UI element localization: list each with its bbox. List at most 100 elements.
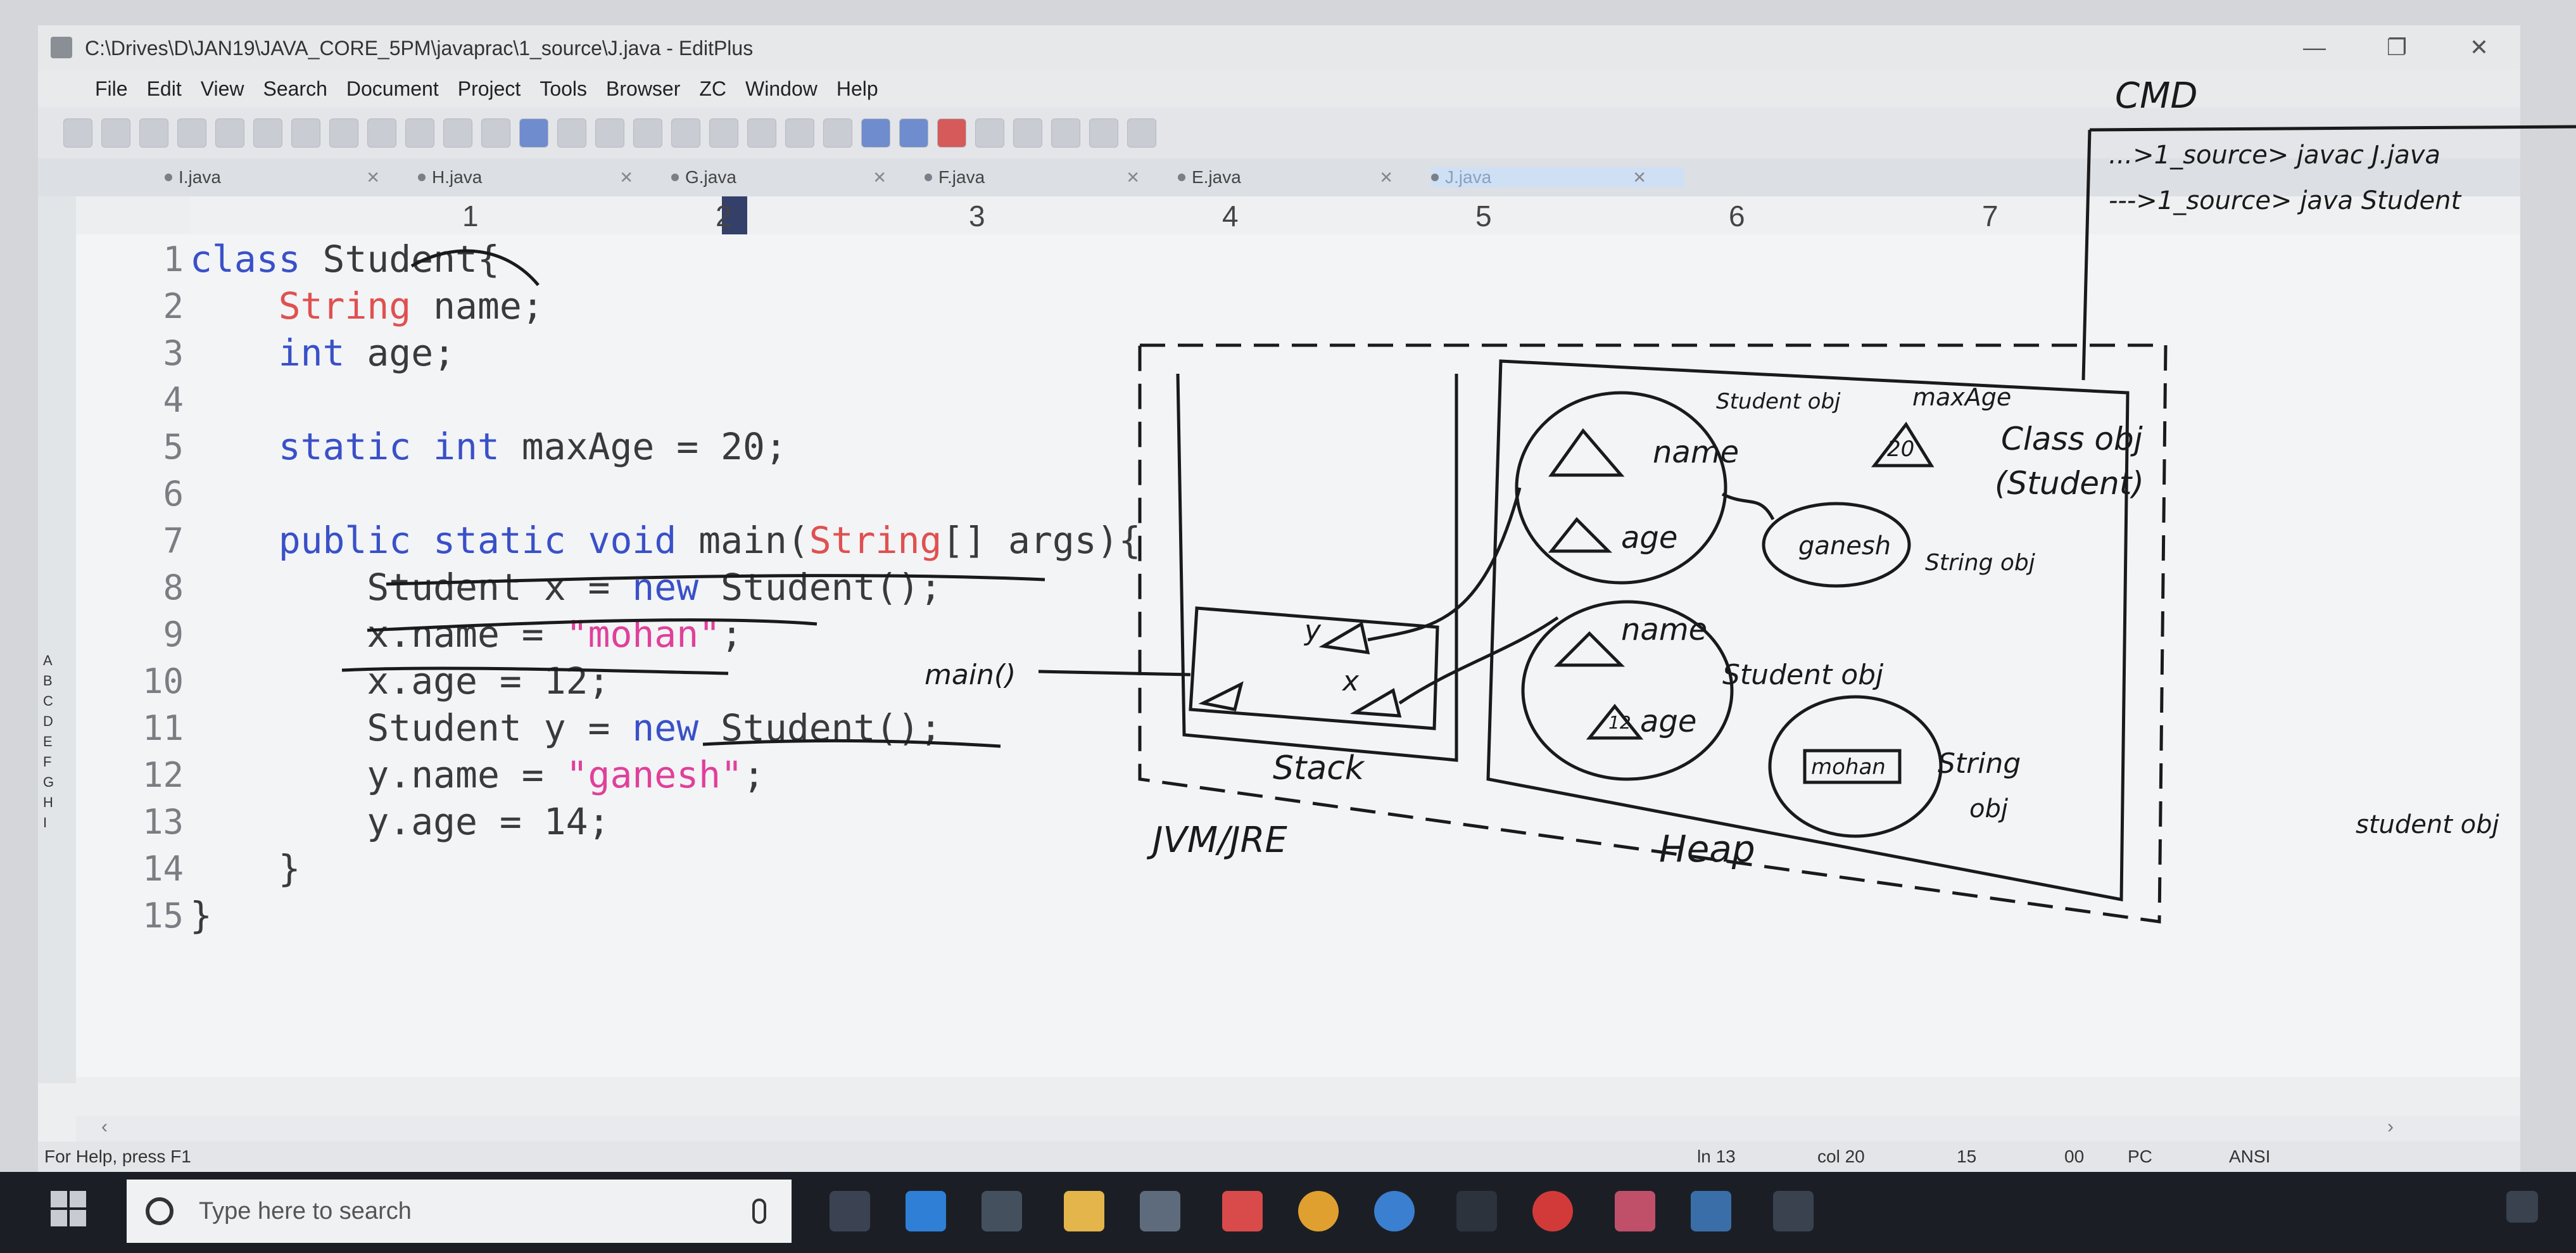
help-icon[interactable] — [1127, 118, 1156, 148]
file-icon — [925, 174, 932, 181]
cliptext-item[interactable]: A — [43, 652, 65, 671]
code-text: } — [190, 847, 301, 890]
task-view-icon[interactable] — [830, 1191, 870, 1231]
line-number-icon[interactable] — [823, 118, 852, 148]
code-editor[interactable]: 1 class Student{ 2 String name; 3 int age… — [76, 234, 2520, 1077]
tab-e-java[interactable]: E.java ✕ — [1178, 167, 1431, 188]
edge-icon[interactable] — [906, 1191, 946, 1231]
line-number: 5 — [163, 426, 184, 467]
menu-edit[interactable]: Edit — [147, 77, 182, 101]
line-number: 3 — [163, 333, 184, 373]
close-tab-icon[interactable]: ✕ — [1379, 168, 1393, 188]
close-tab-icon[interactable]: ✕ — [366, 168, 380, 188]
tab-g-java[interactable]: G.java ✕ — [671, 167, 925, 188]
app-icon[interactable] — [1773, 1191, 1814, 1231]
menu-document[interactable]: Document — [346, 77, 439, 101]
status-help-text: For Help, press F1 — [44, 1147, 191, 1166]
new-file-icon[interactable] — [63, 118, 92, 148]
menu-zc[interactable]: ZC — [699, 77, 726, 101]
cliptext-item[interactable]: G — [43, 774, 65, 793]
taskbar-search-box[interactable]: Type here to search — [127, 1180, 792, 1243]
cliptext-item[interactable]: I — [43, 815, 65, 834]
tab-label: G.java — [685, 167, 736, 187]
spell-check-icon[interactable] — [291, 118, 320, 148]
goto-icon[interactable] — [671, 118, 700, 148]
directory-icon[interactable] — [975, 118, 1004, 148]
menu-window[interactable]: Window — [745, 77, 818, 101]
cliptext-item[interactable]: C — [43, 693, 65, 712]
word-wrap-icon[interactable] — [709, 118, 738, 148]
ruler-number: 1 — [462, 200, 479, 232]
screen-icon[interactable] — [861, 118, 890, 148]
minimize-button[interactable]: — — [2273, 25, 2356, 70]
save-all-icon[interactable] — [177, 118, 206, 148]
code-line: 6 — [76, 470, 190, 517]
file-icon — [1178, 174, 1185, 181]
redo-icon[interactable] — [557, 118, 586, 148]
highlight-icon[interactable] — [785, 118, 814, 148]
menu-project[interactable]: Project — [458, 77, 521, 101]
windows-start-icon[interactable] — [51, 1191, 89, 1229]
close-tab-icon[interactable]: ✕ — [873, 168, 887, 188]
cliptext-item[interactable]: E — [43, 734, 65, 753]
notifications-icon[interactable] — [2506, 1191, 2538, 1223]
cliptext-item[interactable]: H — [43, 794, 65, 813]
editplus-taskbar-icon[interactable] — [1222, 1191, 1263, 1231]
microphone-icon[interactable] — [752, 1199, 766, 1224]
preferences-icon[interactable] — [1089, 118, 1118, 148]
tab-f-java[interactable]: F.java ✕ — [925, 167, 1178, 188]
horizontal-scrollbar[interactable]: ‹ › — [76, 1116, 2520, 1142]
close-button[interactable]: ✕ — [2438, 25, 2520, 70]
tab-i-java[interactable]: I.java ✕ — [165, 167, 418, 188]
maximize-button[interactable]: ❐ — [2356, 25, 2438, 70]
cliptext-item[interactable]: F — [43, 754, 65, 773]
cliptext-item[interactable]: D — [43, 713, 65, 732]
undo-icon[interactable] — [519, 118, 548, 148]
calculator-icon[interactable] — [1691, 1191, 1731, 1231]
tab-h-java[interactable]: H.java ✕ — [418, 167, 671, 188]
tab-label: J.java — [1445, 167, 1492, 187]
print-preview-icon[interactable] — [215, 118, 244, 148]
browser-icon[interactable] — [329, 118, 358, 148]
file-explorer-icon[interactable] — [1064, 1191, 1104, 1231]
replace-icon[interactable] — [633, 118, 662, 148]
menu-browser[interactable]: Browser — [606, 77, 680, 101]
cliptext-icon[interactable] — [937, 118, 966, 148]
internet-explorer-icon[interactable] — [1374, 1191, 1415, 1231]
code-line: 12 y.name = "ganesh"; — [76, 751, 765, 798]
infinity-app-icon[interactable] — [982, 1191, 1022, 1231]
close-tab-icon[interactable]: ✕ — [1126, 168, 1140, 188]
scroll-right-icon[interactable]: › — [2387, 1116, 2394, 1138]
cliptext-item[interactable]: B — [43, 673, 65, 692]
close-tab-icon[interactable]: ✕ — [619, 168, 633, 188]
print-icon[interactable] — [253, 118, 282, 148]
menu-tools[interactable]: Tools — [540, 77, 587, 101]
code-text: } — [190, 894, 212, 937]
menu-view[interactable]: View — [201, 77, 244, 101]
paint-icon[interactable] — [1615, 1191, 1655, 1231]
line-number: 9 — [163, 614, 184, 654]
opera-icon[interactable] — [1532, 1191, 1573, 1231]
copy-icon[interactable] — [405, 118, 434, 148]
font-icon[interactable] — [747, 118, 776, 148]
fullscreen-icon[interactable] — [1051, 118, 1080, 148]
menu-file[interactable]: File — [95, 77, 128, 101]
ruler-icon[interactable] — [899, 118, 928, 148]
store-icon[interactable] — [1140, 1191, 1180, 1231]
paste-icon[interactable] — [443, 118, 472, 148]
find-icon[interactable] — [595, 118, 624, 148]
menu-search[interactable]: Search — [263, 77, 327, 101]
app-icon[interactable] — [1456, 1191, 1497, 1231]
open-file-icon[interactable] — [101, 118, 130, 148]
output-window-icon[interactable] — [1013, 118, 1042, 148]
column-ruler: 1 2 3 4 5 6 7 — [190, 196, 2520, 236]
save-icon[interactable] — [139, 118, 168, 148]
close-tab-icon[interactable]: ✕ — [1632, 168, 1646, 188]
delete-icon[interactable] — [481, 118, 510, 148]
cut-icon[interactable] — [367, 118, 396, 148]
scroll-left-icon[interactable]: ‹ — [101, 1116, 108, 1138]
line-number: 15 — [142, 895, 184, 936]
chrome-icon[interactable] — [1298, 1191, 1339, 1231]
menu-help[interactable]: Help — [837, 77, 878, 101]
tab-j-java[interactable]: J.java ✕ — [1431, 167, 1684, 188]
